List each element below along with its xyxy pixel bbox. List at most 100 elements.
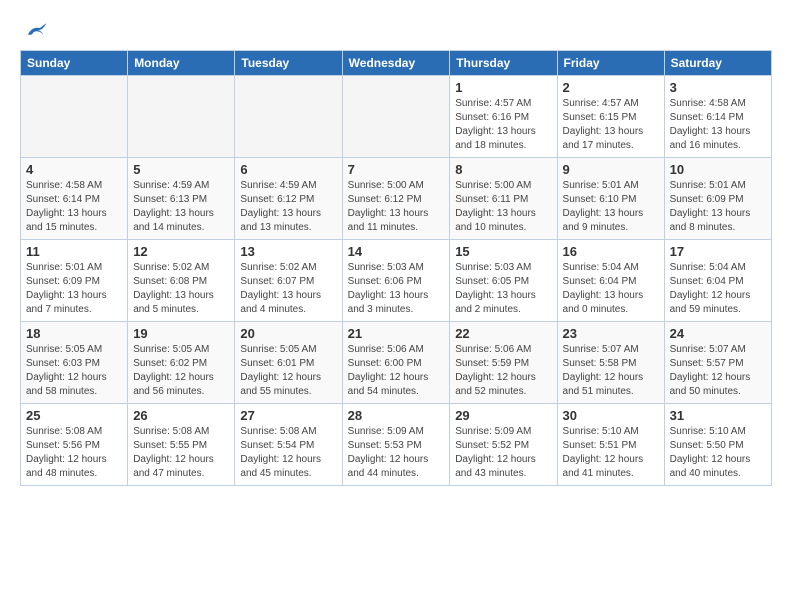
day-number: 9	[563, 162, 659, 177]
day-number: 30	[563, 408, 659, 423]
day-info: Sunrise: 5:00 AM Sunset: 6:11 PM Dayligh…	[455, 179, 551, 235]
calendar-week-row: 11 Sunrise: 5:01 AM Sunset: 6:09 PM Dayli…	[21, 240, 772, 322]
day-info: Sunrise: 5:07 AM Sunset: 5:57 PM Dayligh…	[670, 343, 766, 399]
calendar-cell: 28 Sunrise: 5:09 AM Sunset: 5:53 PM Dayli…	[342, 404, 450, 486]
day-header-sunday: Sunday	[21, 51, 128, 76]
day-number: 11	[26, 244, 122, 259]
calendar-cell: 11 Sunrise: 5:01 AM Sunset: 6:09 PM Dayli…	[21, 240, 128, 322]
day-number: 12	[133, 244, 229, 259]
calendar-cell	[128, 76, 235, 158]
day-number: 2	[563, 80, 659, 95]
calendar-cell: 7 Sunrise: 5:00 AM Sunset: 6:12 PM Daylig…	[342, 158, 450, 240]
calendar-cell: 10Sunrise: 5:01 AM Sunset: 6:09 PM Dayli…	[664, 158, 771, 240]
day-info: Sunrise: 4:57 AM Sunset: 6:16 PM Dayligh…	[455, 97, 551, 153]
day-number: 27	[240, 408, 336, 423]
day-number: 3	[670, 80, 766, 95]
day-info: Sunrise: 5:01 AM Sunset: 6:09 PM Dayligh…	[26, 261, 122, 317]
day-number: 18	[26, 326, 122, 341]
calendar-cell	[235, 76, 342, 158]
day-info: Sunrise: 5:06 AM Sunset: 5:59 PM Dayligh…	[455, 343, 551, 399]
day-number: 15	[455, 244, 551, 259]
day-number: 26	[133, 408, 229, 423]
calendar-cell: 21 Sunrise: 5:06 AM Sunset: 6:00 PM Dayli…	[342, 322, 450, 404]
day-number: 13	[240, 244, 336, 259]
day-number: 5	[133, 162, 229, 177]
calendar-cell: 6Sunrise: 4:59 AM Sunset: 6:12 PM Daylig…	[235, 158, 342, 240]
calendar-header-row: SundayMondayTuesdayWednesdayThursdayFrid…	[21, 51, 772, 76]
calendar-cell: 20 Sunrise: 5:05 AM Sunset: 6:01 PM Dayli…	[235, 322, 342, 404]
day-info: Sunrise: 5:05 AM Sunset: 6:02 PM Dayligh…	[133, 343, 229, 399]
day-info: Sunrise: 5:08 AM Sunset: 5:55 PM Dayligh…	[133, 425, 229, 481]
day-number: 25	[26, 408, 122, 423]
calendar-cell: 23 Sunrise: 5:07 AM Sunset: 5:58 PM Dayli…	[557, 322, 664, 404]
day-header-friday: Friday	[557, 51, 664, 76]
calendar-cell: 15 Sunrise: 5:03 AM Sunset: 6:05 PM Dayli…	[450, 240, 557, 322]
calendar-table: SundayMondayTuesdayWednesdayThursdayFrid…	[20, 50, 772, 486]
day-number: 1	[455, 80, 551, 95]
day-number: 28	[348, 408, 445, 423]
day-info: Sunrise: 4:58 AM Sunset: 6:14 PM Dayligh…	[670, 97, 766, 153]
day-info: Sunrise: 5:02 AM Sunset: 6:08 PM Dayligh…	[133, 261, 229, 317]
calendar-cell	[342, 76, 450, 158]
calendar-cell: 19Sunrise: 5:05 AM Sunset: 6:02 PM Dayli…	[128, 322, 235, 404]
day-info: Sunrise: 5:08 AM Sunset: 5:56 PM Dayligh…	[26, 425, 122, 481]
day-info: Sunrise: 4:59 AM Sunset: 6:13 PM Dayligh…	[133, 179, 229, 235]
day-info: Sunrise: 5:10 AM Sunset: 5:50 PM Dayligh…	[670, 425, 766, 481]
page-header	[20, 20, 772, 40]
calendar-cell: 22 Sunrise: 5:06 AM Sunset: 5:59 PM Dayli…	[450, 322, 557, 404]
calendar-cell: 26 Sunrise: 5:08 AM Sunset: 5:55 PM Dayli…	[128, 404, 235, 486]
day-number: 22	[455, 326, 551, 341]
calendar-cell: 13 Sunrise: 5:02 AM Sunset: 6:07 PM Dayli…	[235, 240, 342, 322]
day-number: 31	[670, 408, 766, 423]
calendar-cell: 1 Sunrise: 4:57 AM Sunset: 6:16 PM Daylig…	[450, 76, 557, 158]
day-info: Sunrise: 5:01 AM Sunset: 6:10 PM Dayligh…	[563, 179, 659, 235]
day-info: Sunrise: 5:04 AM Sunset: 6:04 PM Dayligh…	[563, 261, 659, 317]
calendar-cell: 14 Sunrise: 5:03 AM Sunset: 6:06 PM Dayli…	[342, 240, 450, 322]
calendar-cell: 2Sunrise: 4:57 AM Sunset: 6:15 PM Daylig…	[557, 76, 664, 158]
calendar-cell: 9 Sunrise: 5:01 AM Sunset: 6:10 PM Daylig…	[557, 158, 664, 240]
day-info: Sunrise: 5:00 AM Sunset: 6:12 PM Dayligh…	[348, 179, 445, 235]
day-info: Sunrise: 5:04 AM Sunset: 6:04 PM Dayligh…	[670, 261, 766, 317]
calendar-week-row: 4 Sunrise: 4:58 AM Sunset: 6:14 PM Daylig…	[21, 158, 772, 240]
day-number: 21	[348, 326, 445, 341]
day-number: 23	[563, 326, 659, 341]
calendar-cell: 3 Sunrise: 4:58 AM Sunset: 6:14 PM Daylig…	[664, 76, 771, 158]
calendar-cell: 29Sunrise: 5:09 AM Sunset: 5:52 PM Dayli…	[450, 404, 557, 486]
day-header-monday: Monday	[128, 51, 235, 76]
day-number: 14	[348, 244, 445, 259]
day-number: 24	[670, 326, 766, 341]
calendar-cell: 8 Sunrise: 5:00 AM Sunset: 6:11 PM Daylig…	[450, 158, 557, 240]
calendar-cell: 4 Sunrise: 4:58 AM Sunset: 6:14 PM Daylig…	[21, 158, 128, 240]
day-header-saturday: Saturday	[664, 51, 771, 76]
day-header-thursday: Thursday	[450, 51, 557, 76]
day-info: Sunrise: 5:03 AM Sunset: 6:05 PM Dayligh…	[455, 261, 551, 317]
day-info: Sunrise: 5:03 AM Sunset: 6:06 PM Dayligh…	[348, 261, 445, 317]
day-info: Sunrise: 5:08 AM Sunset: 5:54 PM Dayligh…	[240, 425, 336, 481]
calendar-cell: 27 Sunrise: 5:08 AM Sunset: 5:54 PM Dayli…	[235, 404, 342, 486]
day-number: 4	[26, 162, 122, 177]
calendar-cell: 30Sunrise: 5:10 AM Sunset: 5:51 PM Dayli…	[557, 404, 664, 486]
day-number: 7	[348, 162, 445, 177]
day-info: Sunrise: 5:07 AM Sunset: 5:58 PM Dayligh…	[563, 343, 659, 399]
day-number: 6	[240, 162, 336, 177]
day-info: Sunrise: 4:58 AM Sunset: 6:14 PM Dayligh…	[26, 179, 122, 235]
day-number: 8	[455, 162, 551, 177]
day-info: Sunrise: 5:05 AM Sunset: 6:01 PM Dayligh…	[240, 343, 336, 399]
calendar-cell: 24 Sunrise: 5:07 AM Sunset: 5:57 PM Dayli…	[664, 322, 771, 404]
day-info: Sunrise: 5:06 AM Sunset: 6:00 PM Dayligh…	[348, 343, 445, 399]
day-info: Sunrise: 5:02 AM Sunset: 6:07 PM Dayligh…	[240, 261, 336, 317]
logo	[20, 20, 50, 40]
calendar-cell: 18Sunrise: 5:05 AM Sunset: 6:03 PM Dayli…	[21, 322, 128, 404]
day-header-wednesday: Wednesday	[342, 51, 450, 76]
calendar-cell: 16 Sunrise: 5:04 AM Sunset: 6:04 PM Dayli…	[557, 240, 664, 322]
calendar-cell: 5 Sunrise: 4:59 AM Sunset: 6:13 PM Daylig…	[128, 158, 235, 240]
calendar-week-row: 1 Sunrise: 4:57 AM Sunset: 6:16 PM Daylig…	[21, 76, 772, 158]
calendar-cell: 31 Sunrise: 5:10 AM Sunset: 5:50 PM Dayli…	[664, 404, 771, 486]
logo-bird-icon	[24, 20, 48, 40]
calendar-cell	[21, 76, 128, 158]
day-number: 29	[455, 408, 551, 423]
day-info: Sunrise: 5:09 AM Sunset: 5:53 PM Dayligh…	[348, 425, 445, 481]
day-number: 20	[240, 326, 336, 341]
calendar-cell: 25 Sunrise: 5:08 AM Sunset: 5:56 PM Dayli…	[21, 404, 128, 486]
day-number: 16	[563, 244, 659, 259]
